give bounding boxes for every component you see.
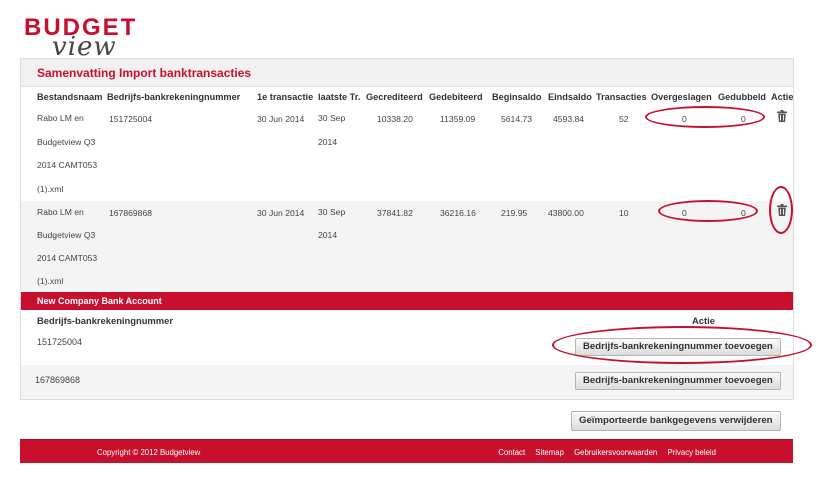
col-gecrediteerd: Gecrediteerd (366, 92, 423, 102)
col-gedebiteerd: Gedebiteerd (429, 92, 483, 102)
panel-title: Samenvatting Import banktransacties (21, 59, 793, 87)
opening-balance-cell: 5614.73 (501, 114, 533, 124)
col-overgeslagen: Overgeslagen (651, 92, 712, 102)
budgetview-logo: BUDGET view (24, 14, 164, 62)
add-account-button[interactable]: Bedrijfs-bankrekeningnummer toevoegen (575, 372, 781, 390)
trash-icon[interactable] (777, 110, 787, 122)
account-number: 151725004 (37, 337, 83, 347)
footer: Copyright © 2012 Budgetview Contact Site… (20, 439, 793, 463)
table-header: Bestandsnaam Bedrijfs-bankrekeningnummer… (21, 87, 793, 107)
file-name-line: (1).xml (37, 183, 64, 194)
opening-balance-cell: 219.95 (501, 208, 528, 218)
file-name-line: Budgetview Q3 (37, 136, 96, 147)
closing-balance-cell: 4593.84 (553, 114, 585, 124)
trash-icon[interactable] (777, 204, 787, 216)
account-number-cell: 151725004 (109, 114, 153, 124)
debited-cell: 36216.16 (440, 208, 476, 218)
last-transaction-line: 30 Sep (318, 207, 346, 217)
table-row: Rabo LM en Budgetview Q3 2014 CAMT053 (1… (21, 201, 793, 293)
credited-cell: 10338.20 (377, 114, 413, 124)
list-item: 151725004 Bedrijfs-bankrekeningnummer to… (21, 330, 793, 364)
delete-imported-data-button[interactable]: Geïmporteerde bankgegevens verwijderen (571, 411, 781, 431)
last-transaction-line: 30 Sep (318, 113, 346, 123)
file-name-cell: Rabo LM en Budgetview Q3 2014 CAMT053 (1… (37, 201, 107, 293)
debited-cell: 11359.09 (440, 114, 476, 124)
footer-link-sitemap[interactable]: Sitemap (535, 448, 564, 457)
col-transacties: Transacties (596, 92, 647, 102)
footer-link-privacy[interactable]: Privacy beleid (667, 448, 716, 457)
credited-cell: 37841.82 (377, 208, 413, 218)
file-name-line: Budgetview Q3 (37, 230, 96, 240)
col-eindsaldo: Eindsaldo (548, 92, 592, 102)
file-name-line: Rabo LM en (37, 207, 84, 217)
last-transaction-line: 2014 (318, 136, 338, 147)
skipped-count-cell: 0 (682, 114, 687, 124)
import-summary-panel: Samenvatting Import banktransacties Best… (20, 58, 794, 400)
col-eerste-transactie: 1e transactie (257, 92, 314, 102)
footer-links: Contact Sitemap Gebruikersvoorwaarden Pr… (490, 448, 716, 457)
new-account-header: Bedrijfs-bankrekeningnummer Actie (21, 310, 793, 330)
transactions-count-cell: 10 (619, 208, 629, 218)
transactions-count-cell: 52 (619, 114, 629, 124)
last-transaction-cell: 30 Sep 2014 (318, 107, 358, 154)
closing-balance-cell: 43800.00 (548, 208, 584, 218)
col-laatste-transactie: laatste Tr. (318, 92, 361, 102)
footer-link-terms[interactable]: Gebruikersvoorwaarden (574, 448, 657, 457)
first-transaction-cell: 30 Jun 2014 (257, 208, 305, 218)
skipped-count-cell: 0 (682, 208, 687, 218)
file-name-line: (1).xml (37, 276, 64, 286)
file-name-line: Rabo LM en (37, 113, 84, 123)
col-beginsaldo: Beginsaldo (492, 92, 542, 102)
table-row: Rabo LM en Budgetview Q3 2014 CAMT053 (1… (21, 107, 793, 201)
last-transaction-cell: 30 Sep 2014 (318, 201, 358, 247)
list-item: 167869868 Bedrijfs-bankrekeningnummer to… (21, 365, 793, 399)
new-account-col-actie: Actie (692, 315, 715, 326)
copyright-text: Copyright © 2012 Budgetview (97, 448, 201, 457)
col-gedubbeld: Gedubbeld (718, 92, 766, 102)
footer-link-contact[interactable]: Contact (498, 448, 525, 457)
file-name-line: 2014 CAMT053 (37, 253, 98, 263)
new-account-col-rekening: Bedrijfs-bankrekeningnummer (37, 315, 173, 326)
account-number: 167869868 (35, 375, 81, 385)
new-account-section-title: New Company Bank Account (21, 292, 793, 310)
add-account-button[interactable]: Bedrijfs-bankrekeningnummer toevoegen (575, 338, 781, 356)
col-rekening: Bedrijfs-bankrekeningnummer (107, 92, 241, 102)
last-transaction-line: 2014 (318, 230, 338, 240)
col-actie: Actie (771, 92, 793, 102)
file-name-cell: Rabo LM en Budgetview Q3 2014 CAMT053 (1… (37, 107, 107, 201)
col-bestandsnaam: Bestandsnaam (37, 92, 103, 102)
file-name-line: 2014 CAMT053 (37, 160, 98, 170)
duplicate-count-cell: 0 (741, 114, 746, 124)
duplicate-count-cell: 0 (741, 208, 746, 218)
first-transaction-cell: 30 Jun 2014 (257, 114, 305, 124)
account-number-cell: 167869868 (109, 208, 153, 218)
